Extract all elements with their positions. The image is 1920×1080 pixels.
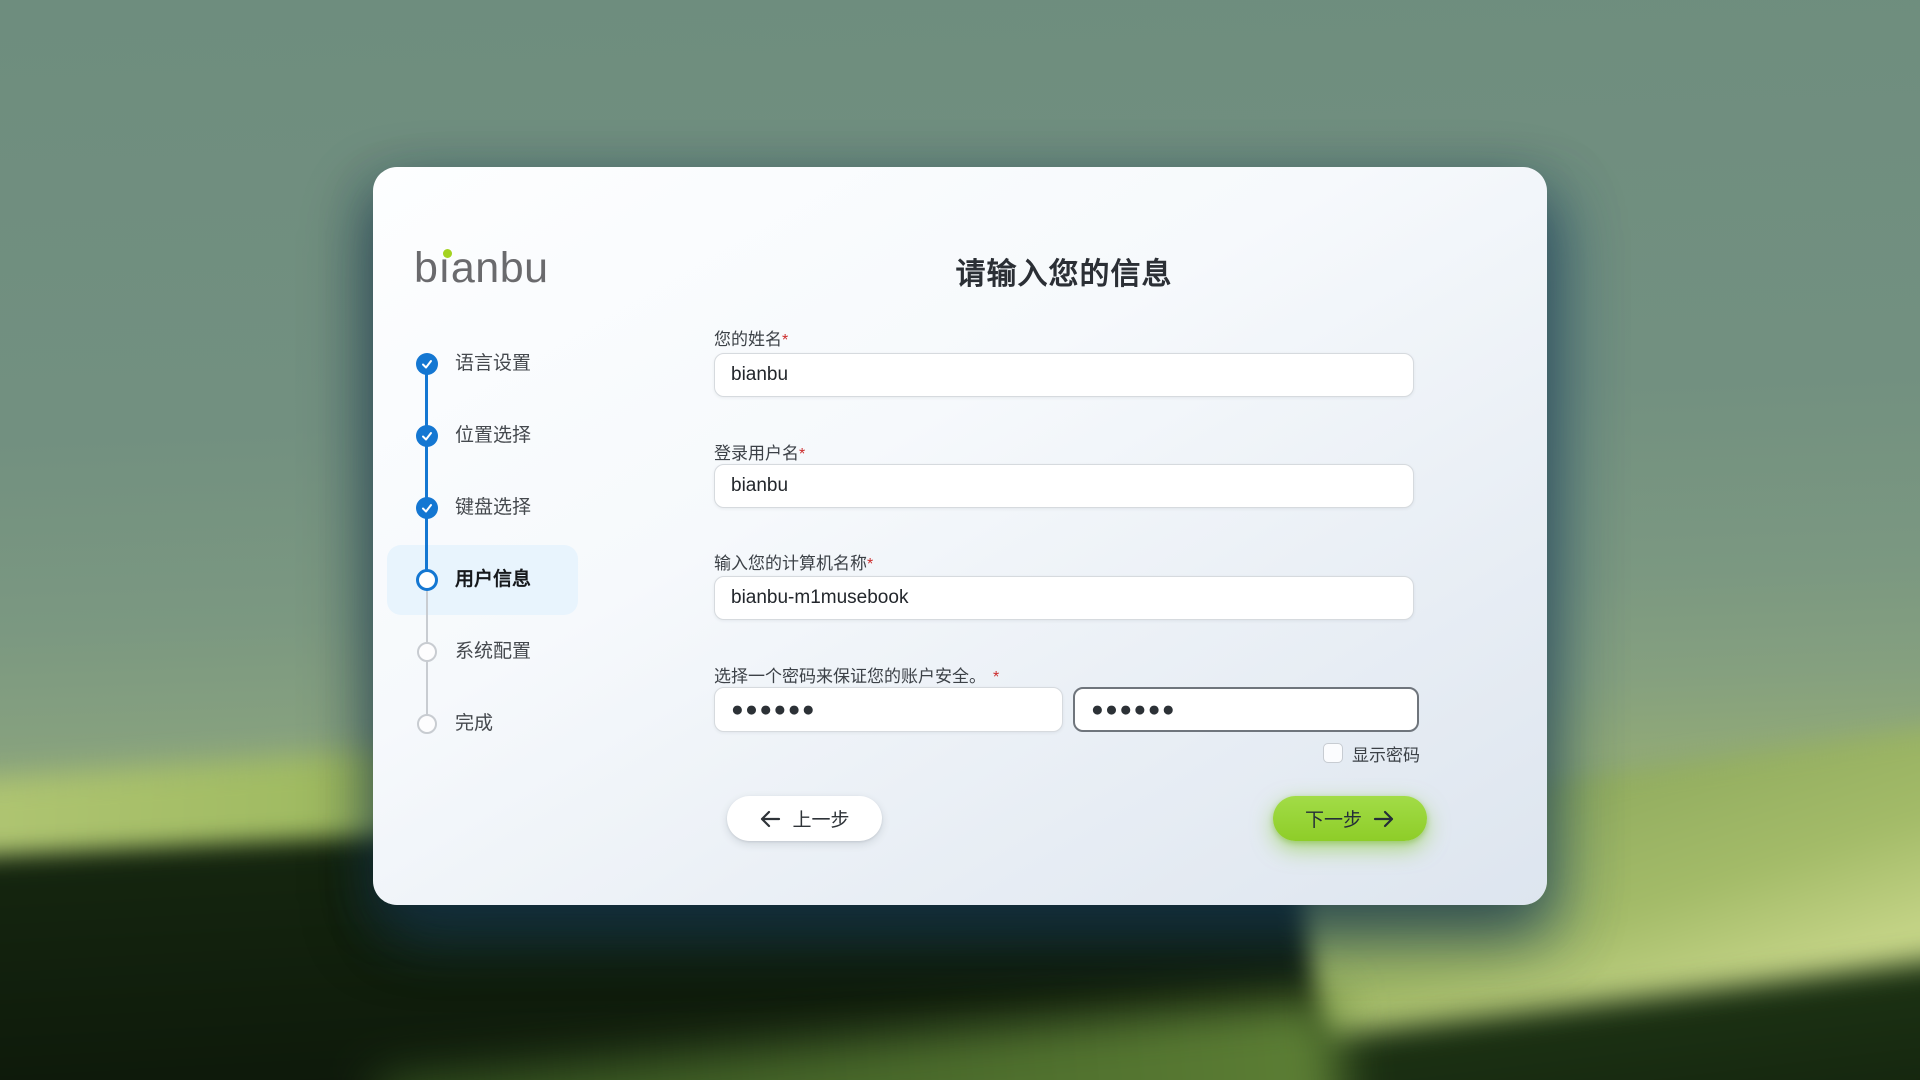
step-check-icon [416, 497, 438, 519]
show-password-label: 显示密码 [1352, 741, 1420, 766]
step-current-circle-icon [416, 569, 438, 591]
hostname-label-text: 输入您的计算机名称 [714, 554, 867, 573]
full-name-label-text: 您的姓名 [714, 330, 782, 349]
password-input[interactable] [714, 687, 1063, 732]
step-finish-label: 完成 [455, 710, 493, 738]
arrow-right-icon [1373, 810, 1395, 828]
step-check-icon [416, 425, 438, 447]
step-check-icon [416, 353, 438, 375]
step-language-label: 语言设置 [455, 350, 531, 378]
step-pending-circle-icon [417, 642, 437, 662]
username-label-text: 登录用户名 [714, 444, 799, 463]
next-step-button-label: 下一步 [1305, 805, 1362, 832]
arrow-left-icon [759, 810, 781, 828]
required-asterisk: * [799, 446, 805, 463]
installer-screen: bıanbu 语言设置 位置选择 键盘选择 用户信息 系统配置 完 [0, 0, 1920, 1080]
step-location-label: 位置选择 [455, 422, 531, 450]
required-asterisk: * [993, 669, 999, 686]
username-label: 登录用户名* [714, 439, 805, 464]
step-keyboard-label: 键盘选择 [455, 494, 531, 522]
full-name-input[interactable] [714, 353, 1414, 397]
required-asterisk: * [782, 332, 788, 349]
hostname-label: 输入您的计算机名称* [714, 549, 873, 574]
password-confirm-input[interactable] [1073, 687, 1419, 732]
step-pending-circle-icon [417, 714, 437, 734]
previous-step-button[interactable]: 上一步 [727, 796, 882, 841]
step-user-info-label: 用户信息 [455, 566, 531, 594]
password-label-text: 选择一个密码来保证您的账户安全。 [714, 667, 986, 686]
show-password-row: 显示密码 [714, 742, 1420, 764]
previous-step-button-label: 上一步 [792, 805, 849, 832]
required-asterisk: * [867, 556, 873, 573]
page-title: 请输入您的信息 [714, 249, 1414, 293]
full-name-label: 您的姓名* [714, 325, 788, 350]
installer-card: bıanbu 语言设置 位置选择 键盘选择 用户信息 系统配置 完 [373, 167, 1547, 905]
step-system-config-label: 系统配置 [455, 638, 531, 666]
next-step-button[interactable]: 下一步 [1273, 796, 1427, 841]
username-input[interactable] [714, 464, 1414, 508]
show-password-checkbox[interactable] [1323, 743, 1343, 763]
hostname-input[interactable] [714, 576, 1414, 620]
stepper-line-completed [425, 364, 428, 580]
password-label: 选择一个密码来保证您的账户安全。 * [714, 662, 999, 687]
setup-stepper: 语言设置 位置选择 键盘选择 用户信息 系统配置 完成 [373, 167, 703, 905]
